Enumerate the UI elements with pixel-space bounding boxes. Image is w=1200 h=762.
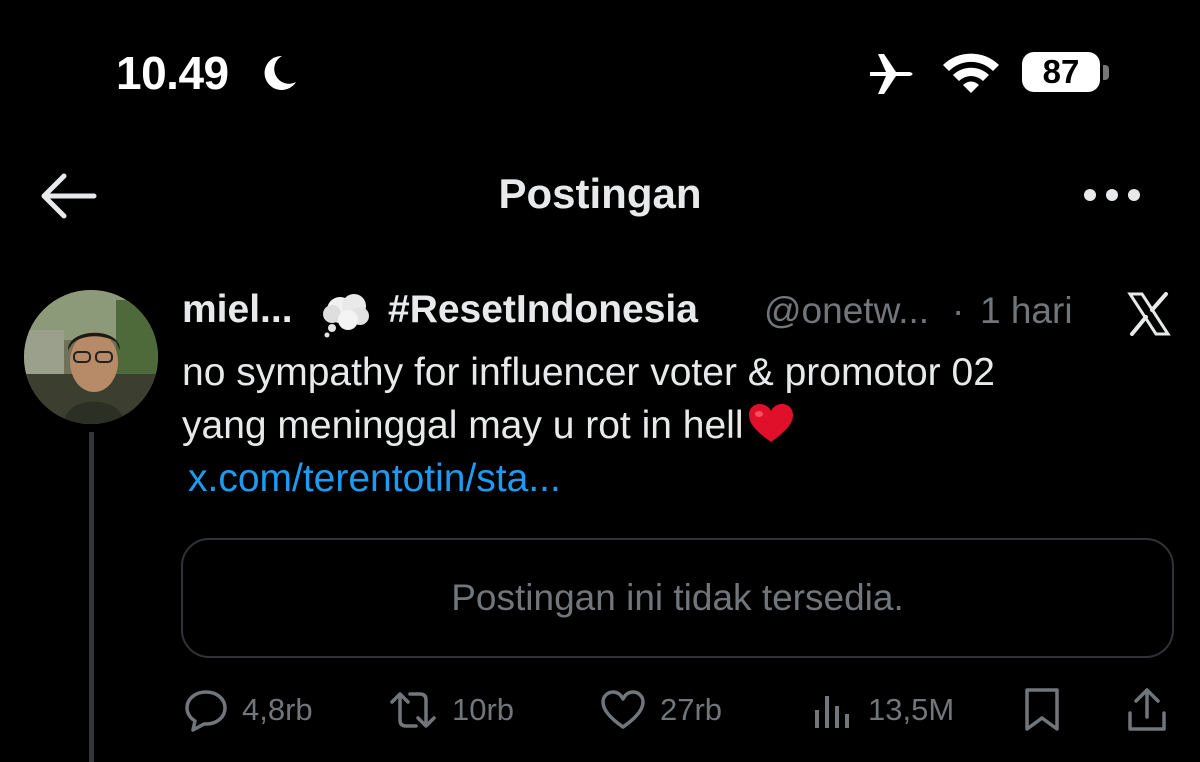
share-icon [1128, 688, 1166, 731]
author-name[interactable]: miel... [182, 288, 293, 332]
airplane-icon [870, 54, 913, 94]
post-text-line1: no sympathy for influencer voter & promo… [182, 351, 995, 394]
red-heart-icon [749, 404, 794, 442]
reply-count: 4,8rb [242, 692, 313, 727]
wifi-icon [943, 53, 999, 93]
view-count: 13,5M [868, 692, 955, 727]
share-button[interactable] [1126, 680, 1168, 740]
post-text-line2: yang meninggal may u rot in hell [182, 404, 744, 447]
battery-cap [1103, 65, 1109, 80]
repost-button[interactable]: 10rb [388, 680, 514, 740]
quoted-post-unavailable: Postingan ini tidak tersedia. [181, 538, 1174, 658]
post-link[interactable]: x.com/terentotin/sta... [188, 457, 561, 500]
post-header: miel... #ResetIndonesia @onetw... · 1 ha… [182, 284, 1182, 340]
bookmark-button[interactable] [1022, 680, 1062, 740]
page-title: Postingan [498, 170, 702, 217]
views-button[interactable]: 13,5M [812, 680, 954, 740]
repost-icon [390, 692, 436, 728]
author-handle[interactable]: @onetw... [764, 290, 929, 332]
thought-balloon-icon [323, 294, 369, 338]
author-tag[interactable]: #ResetIndonesia [388, 288, 698, 332]
post-actions: 4,8rb 10rb 27rb 13,5M [0, 680, 1200, 740]
heart-icon [601, 690, 645, 729]
repost-count: 10rb [452, 692, 515, 727]
separator: · [952, 290, 965, 331]
post-text: no sympathy for influencer voter & promo… [182, 346, 1172, 505]
post-time[interactable]: 1 hari [980, 290, 1073, 332]
x-logo-icon [1127, 292, 1171, 336]
reply-icon [185, 690, 227, 732]
more-options-button[interactable] [1080, 180, 1144, 210]
bookmark-icon [1025, 688, 1059, 731]
analytics-icon [815, 696, 849, 728]
avatar[interactable] [24, 290, 158, 424]
status-bar: 10.49 87 [0, 0, 1200, 140]
quote-unavailable-text: Postingan ini tidak tersedia. [451, 577, 904, 618]
reply-button[interactable]: 4,8rb [184, 680, 313, 740]
battery-icon: 87 [1022, 52, 1112, 94]
avatar-photo [24, 290, 158, 424]
battery-level: 87 [1022, 52, 1100, 92]
top-navigation-bar: Postingan [0, 150, 1200, 240]
like-button[interactable]: 27rb [600, 680, 722, 740]
moon-icon [264, 55, 296, 90]
like-count: 27rb [660, 692, 723, 727]
status-time: 10.49 [116, 47, 229, 99]
